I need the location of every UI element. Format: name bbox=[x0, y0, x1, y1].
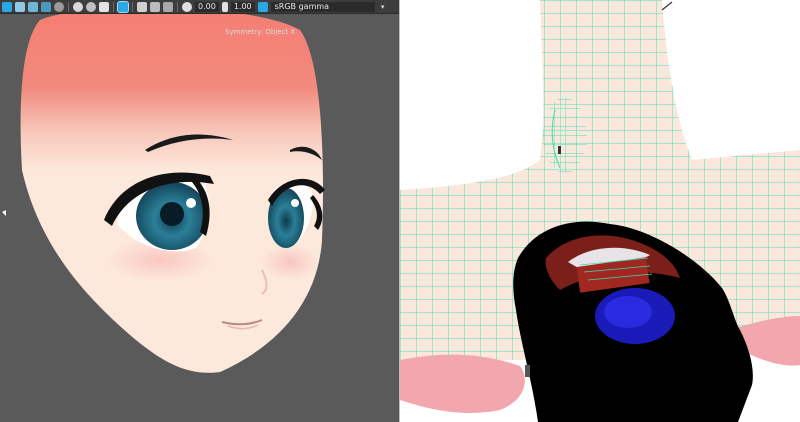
chevron-down-icon[interactable]: ▾ bbox=[378, 2, 388, 12]
ambient-occlusion-icon[interactable] bbox=[86, 1, 96, 12]
toolbar-separator bbox=[177, 1, 178, 12]
shadows-icon[interactable] bbox=[73, 1, 83, 12]
app-window: 0.00 1.00 sRGB gamma ▾ Symmetry: Object … bbox=[0, 0, 800, 422]
viewport-toolbar: 0.00 1.00 sRGB gamma ▾ bbox=[0, 0, 400, 14]
left-viewport[interactable]: 0.00 1.00 sRGB gamma ▾ Symmetry: Object … bbox=[0, 0, 400, 422]
isolate-select-icon[interactable] bbox=[117, 0, 129, 13]
light-bulb-icon[interactable] bbox=[54, 1, 64, 12]
toolbar-separator bbox=[132, 1, 133, 12]
gamma-field[interactable]: 1.00 bbox=[230, 1, 255, 12]
xray-icon[interactable] bbox=[137, 1, 147, 12]
anti-aliasing-icon[interactable] bbox=[99, 1, 109, 12]
exposure-icon[interactable] bbox=[182, 1, 192, 12]
color-space-dropdown[interactable]: sRGB gamma bbox=[270, 1, 375, 12]
cube-icon[interactable] bbox=[2, 1, 12, 12]
wireframe-cube-icon[interactable] bbox=[15, 1, 25, 12]
xray-joints-icon[interactable] bbox=[150, 1, 160, 12]
exposure-field[interactable]: 0.00 bbox=[195, 1, 219, 12]
color-management-icon[interactable] bbox=[257, 1, 268, 12]
toolbar-separator bbox=[113, 1, 114, 12]
symmetry-indicator: Symmetry: Object X bbox=[225, 28, 296, 36]
gamma-icon[interactable] bbox=[221, 1, 228, 12]
shaded-cube-icon[interactable] bbox=[28, 1, 38, 12]
toolbar-separator bbox=[68, 1, 69, 12]
xray-components-icon[interactable] bbox=[163, 1, 173, 12]
textured-cube-icon[interactable] bbox=[41, 1, 51, 12]
neck-wireframe-render bbox=[400, 0, 800, 422]
right-viewport[interactable] bbox=[400, 0, 800, 422]
left-shoulder bbox=[400, 354, 525, 413]
head-model-render bbox=[2, 7, 325, 373]
